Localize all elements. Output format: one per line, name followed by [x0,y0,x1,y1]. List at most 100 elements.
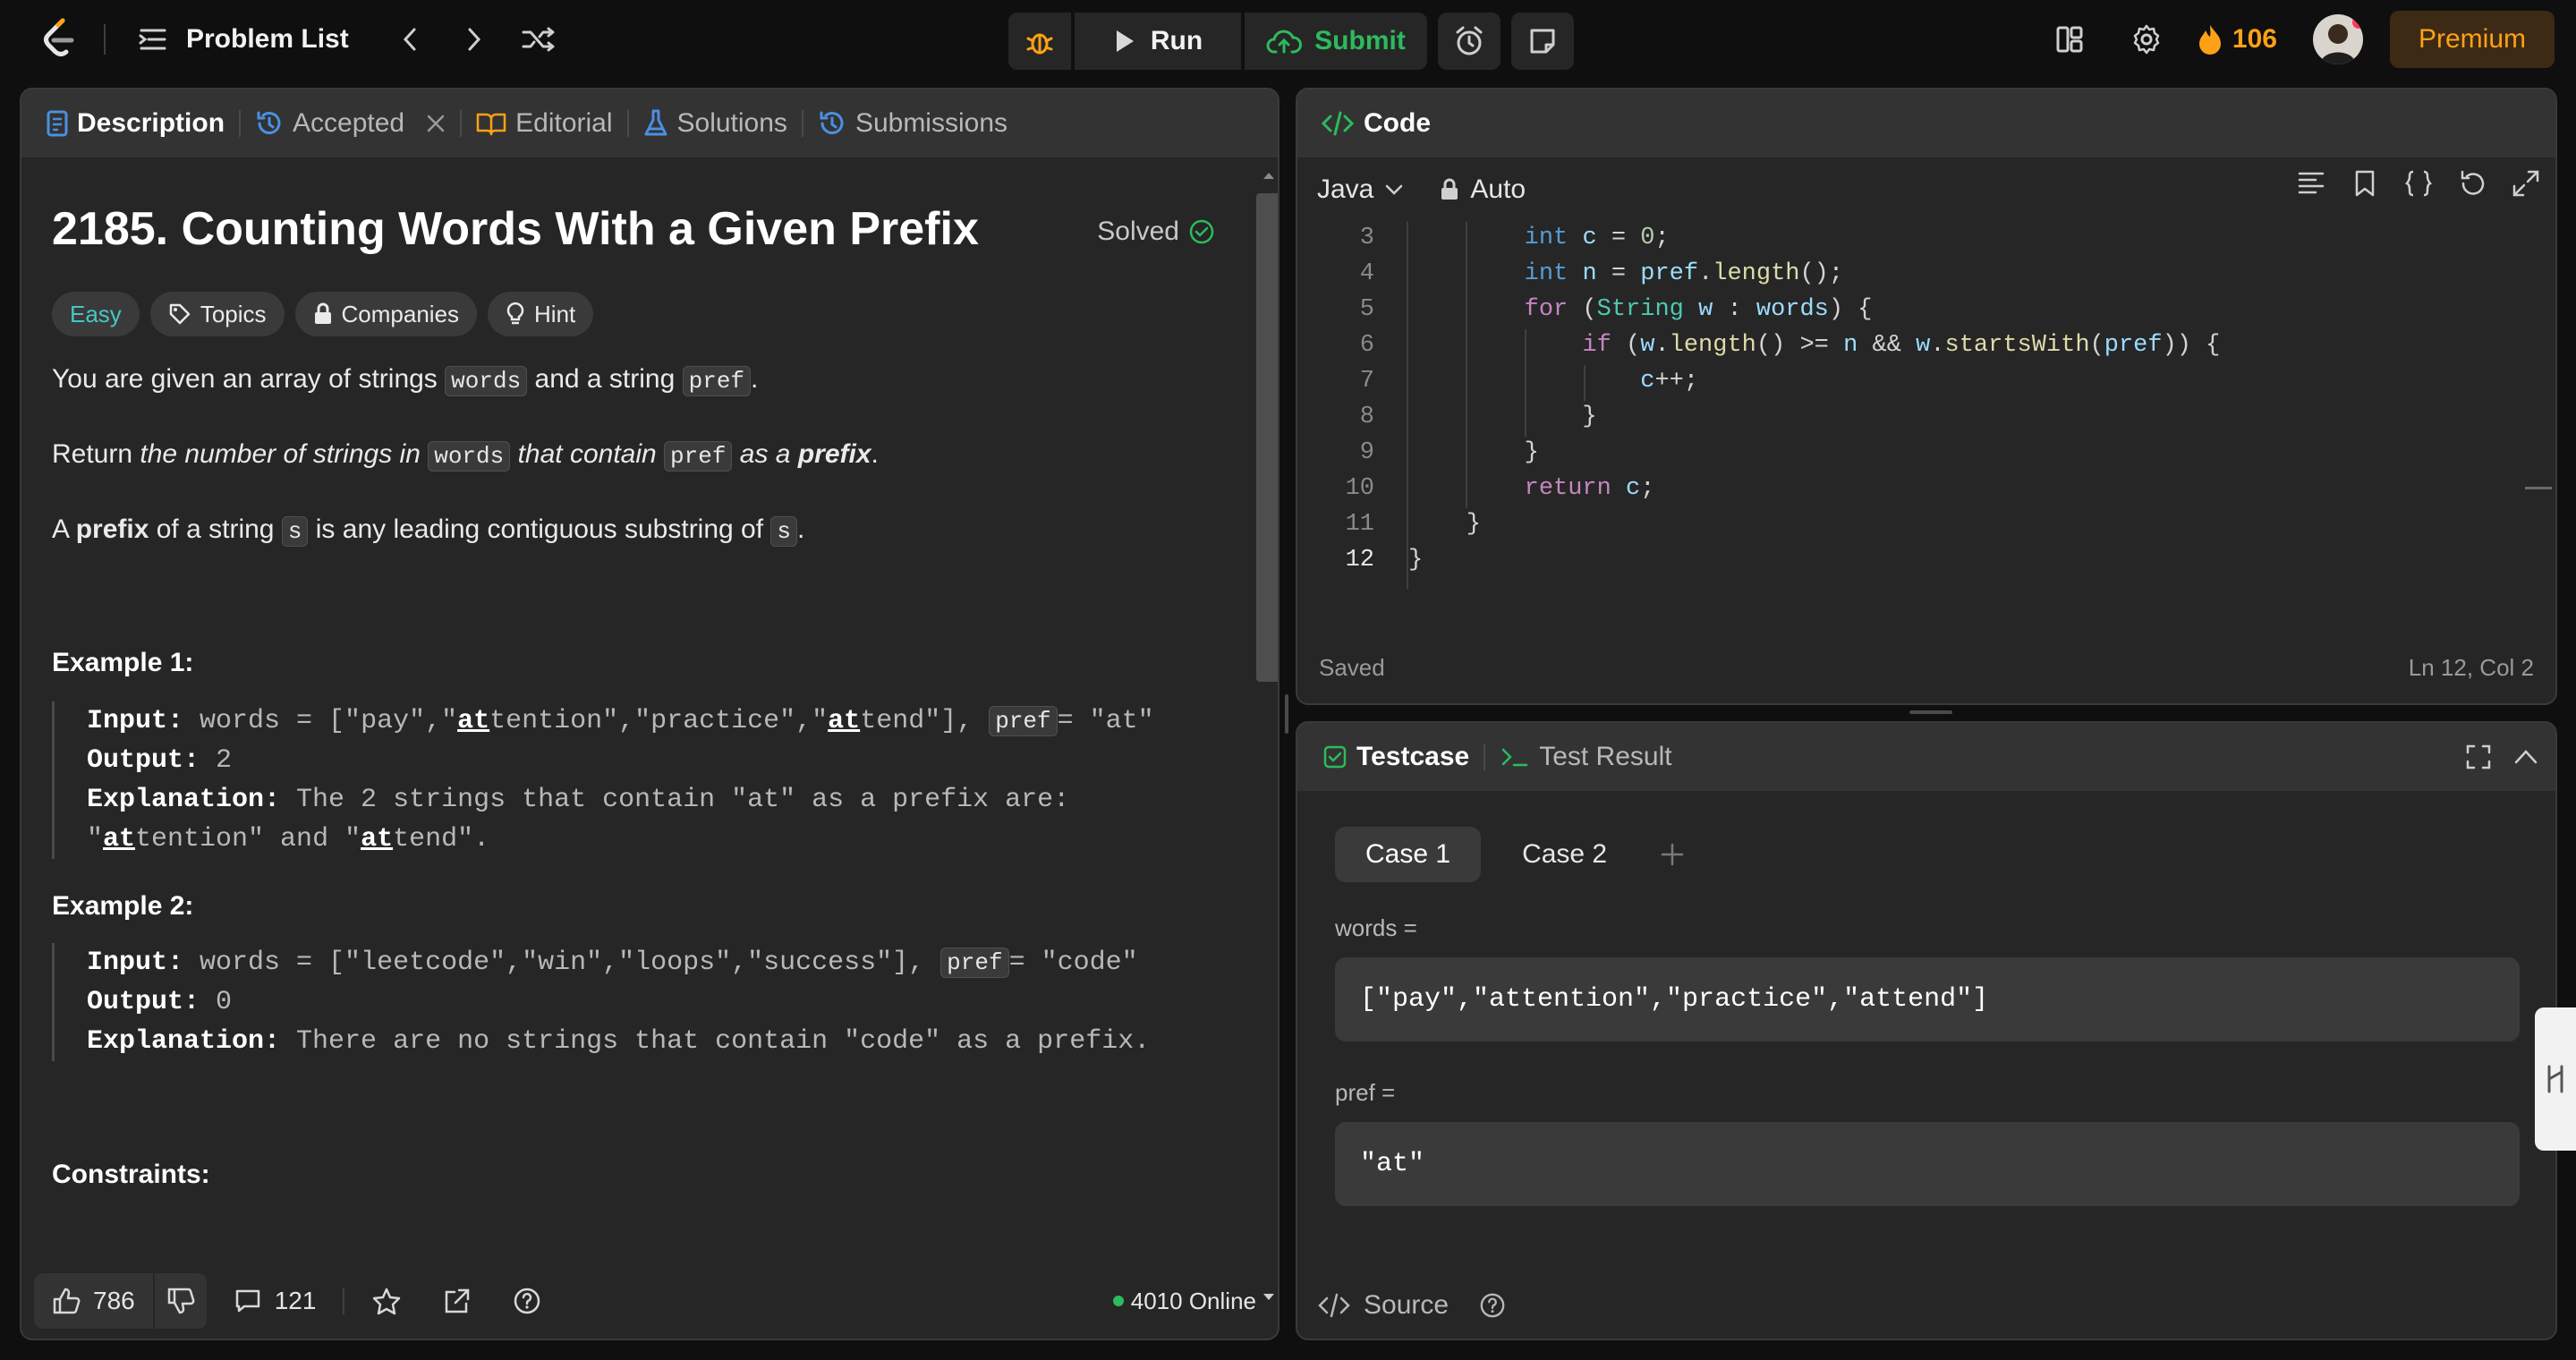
avatar[interactable] [2312,14,2363,64]
horizontal-resize-handle[interactable] [1909,710,1952,714]
share-button[interactable] [443,1287,472,1315]
like-button[interactable]: 786 [34,1273,155,1329]
chip-label: Hint [534,300,576,327]
tab-description[interactable]: Description [47,108,225,139]
pref-input[interactable]: "at" [1335,1122,2520,1206]
code-line: 6 if (w.length() >= n && w.startsWith(pr… [1297,327,2555,363]
tab-testcase[interactable]: Testcase [1322,742,1469,772]
settings-button[interactable] [2120,13,2173,66]
braces-icon[interactable] [2403,168,2434,199]
debug-button[interactable] [1008,13,1071,70]
streak-counter[interactable]: 106 [2197,23,2277,55]
next-problem-button[interactable] [449,14,499,64]
bug-icon [1026,33,1053,55]
layout-button[interactable] [2043,13,2096,66]
divider [460,110,463,137]
tab-test-result[interactable]: Test Result [1500,742,1672,772]
reset-icon[interactable] [2457,168,2487,199]
line-text: if (w.length() >= n && w.startsWith(pref… [1582,332,2221,359]
handle-icon [2547,1065,2563,1093]
code-icon [1318,1293,1350,1318]
inline-code: words [428,441,511,472]
tab-editorial[interactable]: Editorial [476,108,613,139]
flame-icon [2198,25,2221,55]
chevron-down-icon [1386,184,1403,195]
favorite-button[interactable] [371,1287,402,1315]
prev-problem-button[interactable] [385,14,435,64]
tab-accepted[interactable]: Accepted [255,108,446,139]
comments-button[interactable]: 121 [234,1287,316,1315]
vote-box: 786 [34,1273,207,1329]
like-count: 786 [93,1287,135,1314]
run-label: Run [1150,26,1203,55]
description-footer: 786 121 4010 Online [21,1263,1278,1339]
side-drawer-tab[interactable] [2535,1007,2576,1151]
line-text: } [1408,439,1539,466]
online-dot [1112,1296,1124,1306]
auto-label: Auto [1470,174,1526,204]
code-icon [1321,111,1355,136]
divider [104,24,106,55]
share-icon [446,1288,470,1313]
companies-chip[interactable]: Companies [294,292,478,336]
case-tabs: Case 1 Case 2 [1335,827,1686,882]
streak-count: 106 [2232,24,2277,54]
leetcode-logo-icon[interactable] [39,17,79,62]
notification-dot [2351,16,2363,29]
case-1-tab[interactable]: Case 1 [1335,827,1482,882]
language-select[interactable]: Java [1317,174,1404,205]
history-icon [820,111,844,134]
format-icon[interactable] [2296,168,2326,199]
scroll-thumb[interactable] [1256,193,1278,682]
divider [801,110,803,137]
problem-list-link[interactable]: Problem List [186,24,349,55]
testcase-panel: Testcase Test Result Case 1 Case 2 words… [1296,721,2557,1340]
thumbs-up-icon [53,1288,81,1314]
description-scrollbar[interactable] [1251,161,1278,1300]
dislike-button[interactable] [155,1273,207,1329]
close-icon[interactable] [426,114,446,133]
chevron-right-icon [468,28,480,51]
pref-label: pref = [1335,1079,1396,1106]
source-button[interactable]: Source [1317,1290,1506,1321]
top-bar-left: Problem List [39,14,578,64]
fullscreen-icon[interactable] [2464,743,2493,771]
expand-icon[interactable] [2511,168,2541,199]
words-input[interactable]: ["pay","attention","practice","attend"] [1335,957,2520,1041]
tab-submissions[interactable]: Submissions [818,108,1007,139]
auto-mode[interactable]: Auto [1440,174,1526,205]
online-count: 4010 Online [1112,1288,1256,1315]
timer-button[interactable] [1438,13,1501,70]
top-bar: Problem List Run Submit 106 Premium [0,0,2576,79]
notes-button[interactable] [1511,13,1574,70]
inline-code: pref [989,706,1058,736]
lock-icon [1441,178,1458,200]
tab-solutions[interactable]: Solutions [643,108,787,139]
example-1-title: Example 1: [52,648,194,677]
solved-status: Solved [1097,217,1215,247]
case-2-tab[interactable]: Case 2 [1492,827,1637,882]
words-label: words = [1335,914,1417,941]
problem-list-icon[interactable] [138,26,168,53]
premium-button[interactable]: Premium [2389,11,2555,68]
submit-button[interactable]: Submit [1245,13,1427,70]
top-bar-right: 106 Premium [2043,11,2555,68]
tab-label: Description [77,108,225,138]
chevron-up-icon[interactable] [2512,744,2539,769]
run-button[interactable]: Run [1075,13,1241,70]
divider [239,110,242,137]
code-editor[interactable]: 3 int c = 0; 4 int n = pref.length(); 5 fo… [1297,222,2555,669]
lightbulb-icon [506,302,524,325]
bookmark-icon[interactable] [2350,168,2380,199]
help-button[interactable] [513,1287,541,1315]
tab-label: Editorial [515,108,613,138]
add-case-icon[interactable] [1659,841,1686,868]
vertical-resize-handle[interactable] [1285,694,1288,734]
code-line: 5 for (String w : words) { [1297,292,2555,327]
line-text: int n = pref.length(); [1524,260,1844,287]
topics-chip[interactable]: Topics [149,292,285,336]
description-tabs: Description Accepted Editorial Solutions… [21,89,1278,157]
hint-chip[interactable]: Hint [488,292,594,336]
solved-label: Solved [1097,217,1179,246]
random-problem-button[interactable] [514,14,564,64]
